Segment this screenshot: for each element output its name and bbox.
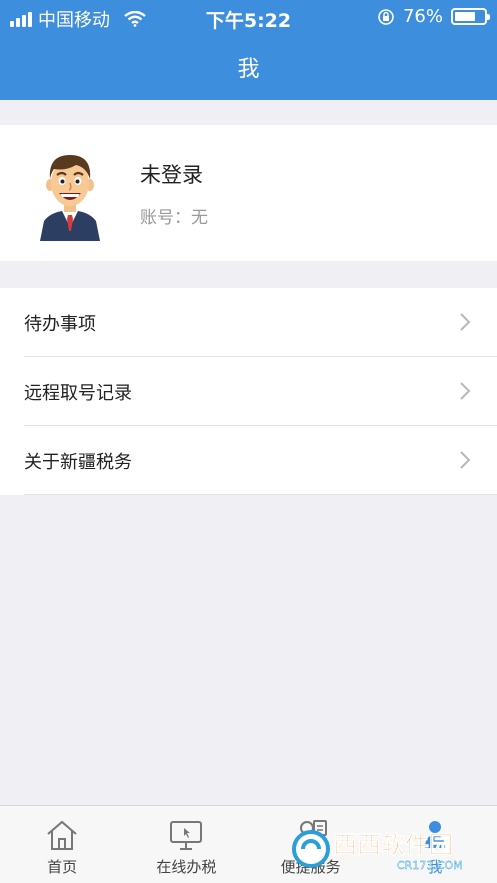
tab-label: 在线办税 (156, 858, 217, 876)
menu-item-remote-queue-record[interactable]: 远程取号记录 (0, 357, 497, 426)
chevron-right-icon (460, 382, 471, 400)
menu-list: 待办事项 远程取号记录 关于新疆税务 (0, 288, 497, 495)
watermark-logo: 西西软件园 CR173.COM (292, 830, 463, 872)
nav-bar: 我 (0, 34, 497, 100)
watermark-text: 西西软件园 (333, 831, 453, 859)
profile-card[interactable]: 未登录 账号：无 (0, 125, 497, 261)
tab-home[interactable]: 首页 (0, 806, 124, 883)
watermark-sub: CR173.COM (397, 859, 463, 872)
menu-item-label: 远程取号记录 (24, 382, 132, 404)
menu-item-about[interactable]: 关于新疆税务 (0, 426, 497, 495)
profile-account: 账号：无 (140, 208, 208, 228)
menu-item-label: 关于新疆税务 (24, 451, 132, 473)
battery-percent: 76% (402, 6, 443, 27)
battery-icon (451, 8, 490, 25)
tab-label: 首页 (47, 858, 78, 876)
menu-item-todo[interactable]: 待办事项 (0, 288, 497, 357)
home-icon (47, 820, 77, 850)
profile-name: 未登录 (140, 163, 203, 187)
battery-fill (455, 12, 476, 21)
avatar (40, 155, 100, 241)
tab-online-tax[interactable]: 在线办税 (124, 806, 248, 883)
status-right: 76% (377, 6, 490, 27)
menu-item-label: 待办事项 (24, 313, 96, 335)
orientation-lock-icon (378, 8, 394, 25)
page-title: 我 (237, 57, 260, 82)
status-bar: 中国移动 下午5:22 76% (0, 0, 497, 34)
monitor-icon (170, 821, 203, 850)
divider (24, 494, 497, 495)
chevron-right-icon (460, 313, 471, 331)
chevron-right-icon (460, 451, 471, 469)
